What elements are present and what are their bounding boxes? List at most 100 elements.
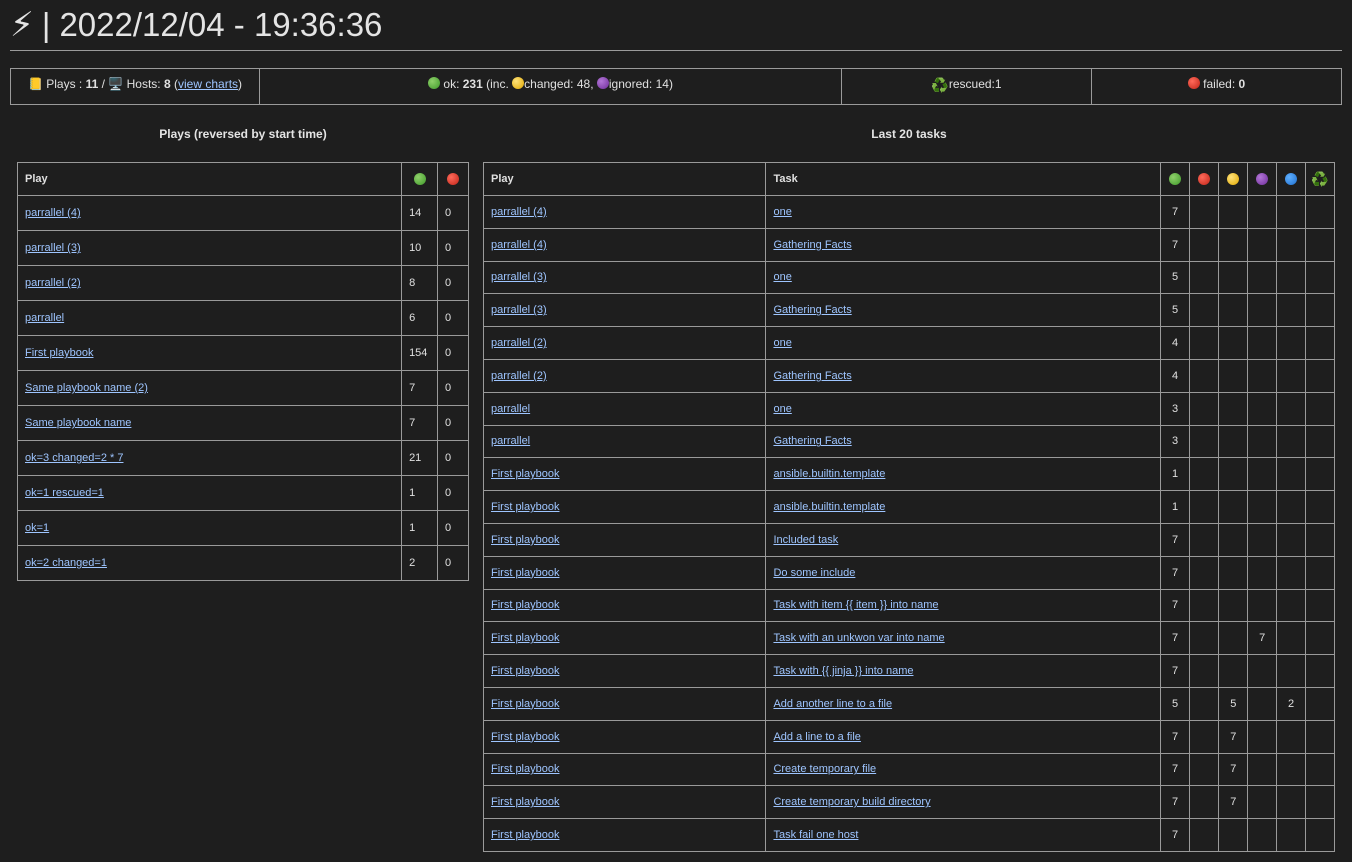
task-link[interactable]: one [773, 337, 791, 349]
play-link[interactable]: First playbook [491, 567, 559, 579]
ok-cell: 7 [1159, 785, 1191, 820]
changed-cell: 7 [1218, 752, 1249, 787]
play-link[interactable]: parrallel (4) [25, 207, 81, 219]
task-link[interactable]: Gathering Facts [773, 370, 851, 382]
play-cell: parrallel [482, 391, 767, 426]
table-row: ok=3 changed=2 * 7 21 0 [16, 440, 469, 476]
changed-cell [1218, 621, 1249, 656]
notebook-icon: 📒 [27, 77, 43, 91]
task-link[interactable]: Add a line to a file [773, 731, 860, 743]
task-cell: one [765, 195, 1161, 229]
play-link[interactable]: First playbook [491, 763, 559, 775]
task-cell: one [765, 326, 1161, 360]
play-link[interactable]: parrallel (3) [491, 304, 547, 316]
task-link[interactable]: Task with item {{ item }} into name [773, 599, 938, 611]
view-charts-link[interactable]: view charts [178, 77, 238, 104]
col-skipped-header [1276, 162, 1307, 196]
play-link[interactable]: ok=1 rescued=1 [25, 487, 104, 499]
changed-cell [1218, 195, 1249, 229]
play-link[interactable]: Same playbook name (2) [25, 382, 148, 394]
rescued-cell [1305, 719, 1335, 754]
task-link[interactable]: Gathering Facts [773, 239, 851, 251]
play-link[interactable]: parrallel (3) [491, 271, 547, 283]
play-cell: parrallel (3) [482, 293, 767, 328]
table-row: ok=2 changed=1 2 0 [16, 545, 469, 581]
table-row: Same playbook name 7 0 [16, 405, 469, 441]
failed-cell [1189, 654, 1220, 688]
summary-rescued: ♻️ rescued:1 [842, 69, 1092, 104]
ignored-cell [1247, 260, 1278, 295]
ok-cell: 154 [401, 335, 439, 371]
play-cell: First playbook [482, 818, 767, 852]
task-link[interactable]: one [773, 271, 791, 283]
failed-cell: 0 [437, 475, 469, 511]
play-link[interactable]: First playbook [491, 796, 559, 808]
play-link[interactable]: parrallel [491, 403, 530, 415]
play-link[interactable]: parrallel (4) [491, 239, 547, 251]
play-link[interactable]: ok=3 changed=2 * 7 [25, 452, 123, 464]
play-link[interactable]: First playbook [491, 599, 559, 611]
skipped-cell [1276, 588, 1307, 623]
play-link[interactable]: First playbook [491, 665, 559, 677]
ok-cell: 7 [401, 405, 439, 441]
play-cell: parrallel (3) [482, 260, 767, 295]
play-cell: parrallel [16, 300, 403, 336]
task-link[interactable]: ansible.builtin.template [773, 501, 885, 513]
rescued-cell [1305, 424, 1335, 459]
task-cell: Gathering Facts [765, 358, 1161, 393]
task-cell: Task fail one host [765, 818, 1161, 852]
task-link[interactable]: Task with an unkwon var into name [773, 632, 944, 644]
task-link[interactable]: one [773, 206, 791, 218]
play-link[interactable]: First playbook [491, 829, 559, 841]
task-link[interactable]: Gathering Facts [773, 304, 851, 316]
play-cell: parrallel (3) [16, 230, 403, 266]
task-link[interactable]: Add another line to a file [773, 698, 892, 710]
ignored-count: ignored: 14) [608, 77, 673, 91]
play-link[interactable]: parrallel (3) [25, 242, 81, 254]
play-link[interactable]: parrallel (2) [491, 370, 547, 382]
play-link[interactable]: Same playbook name [25, 417, 131, 429]
play-link[interactable]: First playbook [25, 347, 93, 359]
play-link[interactable]: First playbook [491, 534, 559, 546]
failed-cell [1189, 195, 1220, 229]
play-link[interactable]: First playbook [491, 698, 559, 710]
skipped-cell [1276, 326, 1307, 360]
play-cell: parrallel (4) [482, 227, 767, 262]
play-link[interactable]: parrallel [25, 312, 64, 324]
task-link[interactable]: Gathering Facts [773, 435, 851, 447]
failed-cell [1189, 555, 1220, 590]
play-link[interactable]: ok=2 changed=1 [25, 557, 107, 569]
failed-cell: 0 [437, 405, 469, 441]
task-link[interactable]: Create temporary build directory [773, 796, 930, 808]
play-link[interactable]: parrallel (4) [491, 206, 547, 218]
ok-cell: 7 [1159, 522, 1191, 557]
play-link[interactable]: parrallel (2) [491, 337, 547, 349]
play-link[interactable]: parrallel [491, 435, 530, 447]
ok-cell: 7 [1159, 588, 1191, 623]
play-link[interactable]: First playbook [491, 468, 559, 480]
task-link[interactable]: Create temporary file [773, 763, 876, 775]
task-link[interactable]: Task with {{ jinja }} into name [773, 665, 913, 677]
play-link[interactable]: First playbook [491, 501, 559, 513]
task-link[interactable]: Included task [773, 534, 838, 546]
play-link[interactable]: First playbook [491, 731, 559, 743]
play-link[interactable]: parrallel (2) [25, 277, 81, 289]
failed-cell [1189, 293, 1220, 328]
play-link[interactable]: First playbook [491, 632, 559, 644]
ok-count: 231 [462, 77, 483, 91]
table-row: First playbook Task with an unkwon var in… [482, 621, 1335, 656]
task-link[interactable]: ansible.builtin.template [773, 468, 885, 480]
play-cell: First playbook [482, 555, 767, 590]
play-link[interactable]: ok=1 [25, 522, 49, 534]
task-link[interactable]: Do some include [773, 567, 855, 579]
task-cell: one [765, 391, 1161, 426]
col-rescued-header: ♻️ [1305, 162, 1335, 196]
skipped-cell [1276, 752, 1307, 787]
rescued-cell [1305, 621, 1335, 656]
task-link[interactable]: one [773, 403, 791, 415]
task-cell: ansible.builtin.template [765, 457, 1161, 492]
task-link[interactable]: Task fail one host [773, 829, 858, 841]
col-play-header: Play [482, 162, 767, 196]
skipped-cell [1276, 621, 1307, 656]
plays-count: 11 [85, 77, 99, 91]
